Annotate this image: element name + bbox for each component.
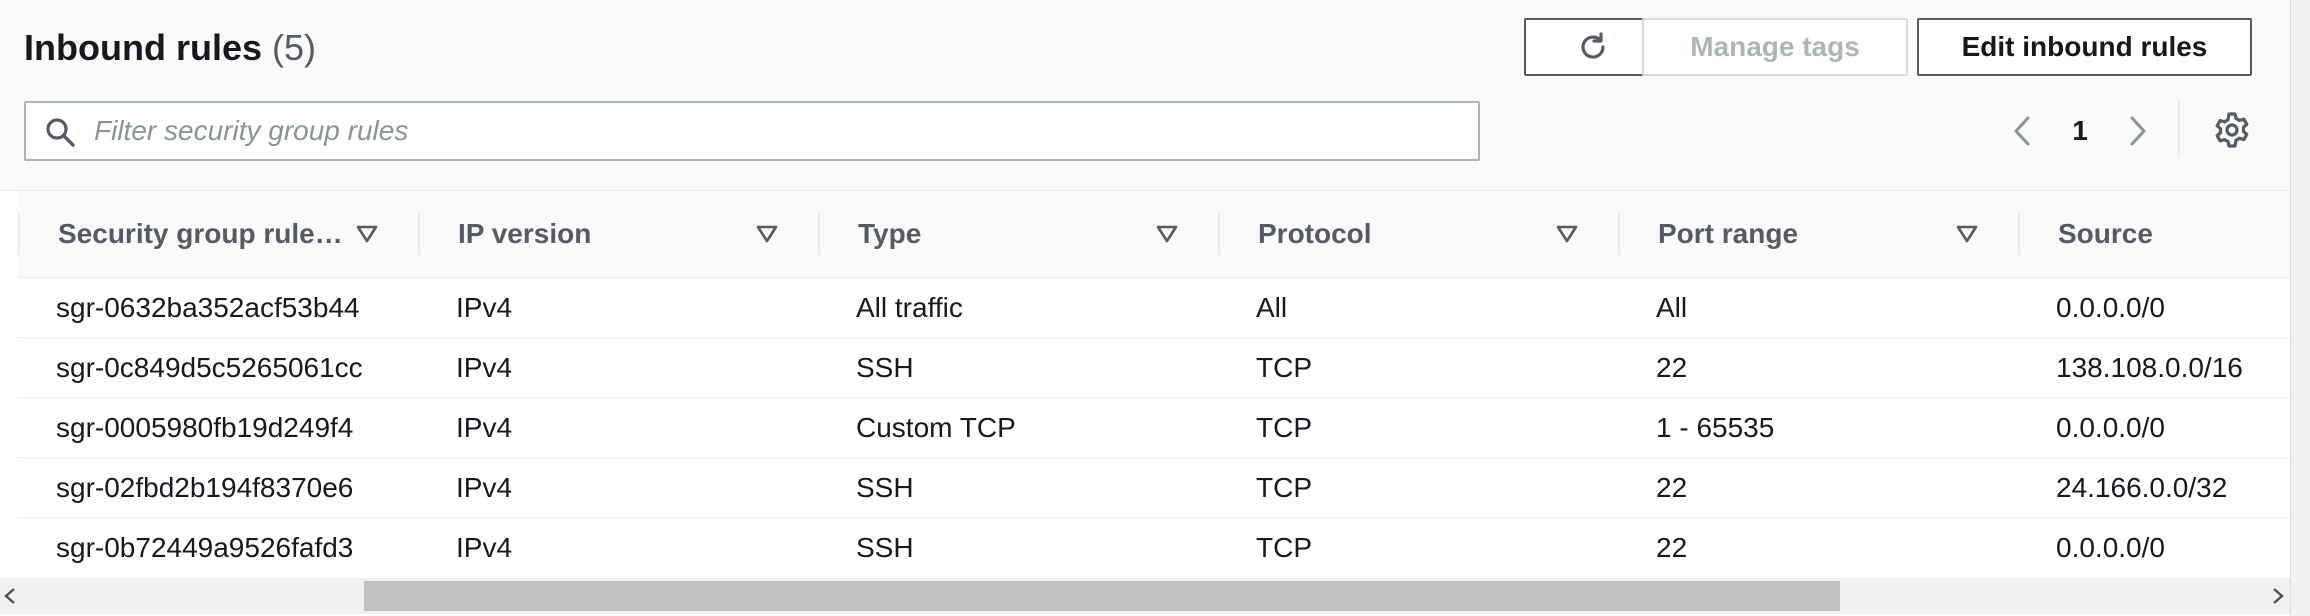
column-header-ip-version[interactable]: IP version [418,191,818,278]
next-page-icon[interactable] [2120,112,2156,150]
cell-rule-id: sgr-0c849d5c5265061cc [18,337,418,398]
current-page-number[interactable]: 1 [2062,112,2098,150]
cell-source: 0.0.0.0/0 [2018,397,2290,458]
gear-icon[interactable] [2212,110,2252,150]
sort-icon[interactable] [356,225,378,243]
cell-source: 138.108.0.0/16 [2018,337,2290,398]
cell-ip-version: IPv4 [418,277,818,338]
column-header-label: IP version [458,218,592,249]
edit-inbound-rules-button[interactable]: Edit inbound rules [1917,18,2252,76]
cell-source: 24.166.0.0/32 [2018,457,2290,518]
previous-page-icon[interactable] [2004,112,2040,150]
cell-port-range: All [1618,277,2018,338]
rules-table-container: Security group rule… IP version Type Pro… [0,191,2290,577]
cell-ip-version: IPv4 [418,337,818,398]
table-row[interactable]: sgr-0c849d5c5265061cc IPv4 SSH TCP 22 13… [18,337,2290,398]
cell-port-range: 1 - 65535 [1618,397,2018,458]
sort-icon[interactable] [1556,225,1578,243]
sort-icon[interactable] [756,225,778,243]
filter-input[interactable] [94,103,1464,159]
column-header-label: Source [2058,218,2153,249]
horizontal-scrollbar-thumb[interactable] [364,581,1840,611]
table-row[interactable]: sgr-02fbd2b194f8370e6 IPv4 SSH TCP 22 24… [18,457,2290,518]
scroll-right-icon[interactable] [2270,586,2286,606]
manage-tags-button[interactable]: Manage tags [1642,18,1908,76]
column-header-label: Port range [1658,218,1799,249]
search-icon [46,118,75,147]
column-divider[interactable] [1218,213,1220,255]
rules-table: Security group rule… IP version Type Pro… [18,191,2290,577]
panel-title: Inbound rules (5) [24,24,316,72]
column-divider[interactable] [1618,213,1620,255]
cell-protocol: All [1218,277,1618,338]
cell-rule-id: sgr-02fbd2b194f8370e6 [18,457,418,518]
cell-source: 0.0.0.0/0 [2018,277,2290,338]
cell-rule-id: sgr-0005980fb19d249f4 [18,397,418,458]
cell-type: Custom TCP [818,397,1218,458]
cell-rule-id: sgr-0b72449a9526fafd3 [56,531,354,563]
cell-protocol: TCP [1218,457,1618,518]
cell-protocol: TCP [1218,337,1618,398]
column-divider[interactable] [418,213,420,255]
cell-protocol: TCP [1218,397,1618,458]
filter-box[interactable] [24,101,1480,161]
inbound-rules-panel: Inbound rules (5) Manage tags Edit inbou… [0,0,2310,616]
panel-title-text: Inbound rules [24,27,262,68]
table-row[interactable]: sgr-0b72449a9526fafd3 IPv4 SSH TCP 22 0.… [18,518,2290,578]
cell-type: SSH [818,457,1218,518]
cell-port-range: 22 [1618,457,2018,518]
table-header-row: Security group rule… IP version Type Pro… [18,191,2290,278]
column-header-type[interactable]: Type [818,191,1218,278]
horizontal-scrollbar[interactable] [0,578,2290,614]
cell-port-range: 22 [1618,337,2018,398]
cell-port-range: 22 [1656,531,1688,563]
table-row[interactable]: sgr-0632ba352acf53b44 IPv4 All traffic A… [18,277,2290,338]
sort-icon[interactable] [1156,225,1178,243]
column-header-port-range[interactable]: Port range [1618,191,2018,278]
column-header-rule-id[interactable]: Security group rule… [18,191,418,278]
refresh-icon [1581,32,1605,59]
cell-rule-id: sgr-0632ba352acf53b44 [18,277,418,338]
sort-icon[interactable] [1956,225,1978,243]
column-divider[interactable] [2018,213,2020,255]
cell-type: SSH [818,337,1218,398]
panel-header: Inbound rules (5) Manage tags Edit inbou… [0,0,2290,191]
column-header-label: Protocol [1258,218,1372,249]
column-divider[interactable] [818,213,820,255]
cell-type: SSH [856,531,914,563]
column-header-source[interactable]: Source [2018,191,2290,278]
cell-source: 0.0.0.0/0 [2056,531,2165,563]
table-row[interactable]: sgr-0005980fb19d249f4 IPv4 Custom TCP TC… [18,397,2290,458]
column-header-label: Type [858,218,922,249]
column-header-label: Security group rule… [58,218,343,249]
cell-ip-version: IPv4 [456,531,513,563]
cell-ip-version: IPv4 [418,397,818,458]
cell-protocol: TCP [1256,531,1312,563]
rule-count: (5) [272,27,317,68]
cell-ip-version: IPv4 [418,457,818,518]
pager-divider [2178,100,2180,158]
column-header-protocol[interactable]: Protocol [1218,191,1618,278]
cell-type: All traffic [818,277,1218,338]
scroll-left-icon[interactable] [2,586,18,606]
vertical-scrollbar[interactable] [2290,0,2310,616]
column-divider [18,213,20,255]
